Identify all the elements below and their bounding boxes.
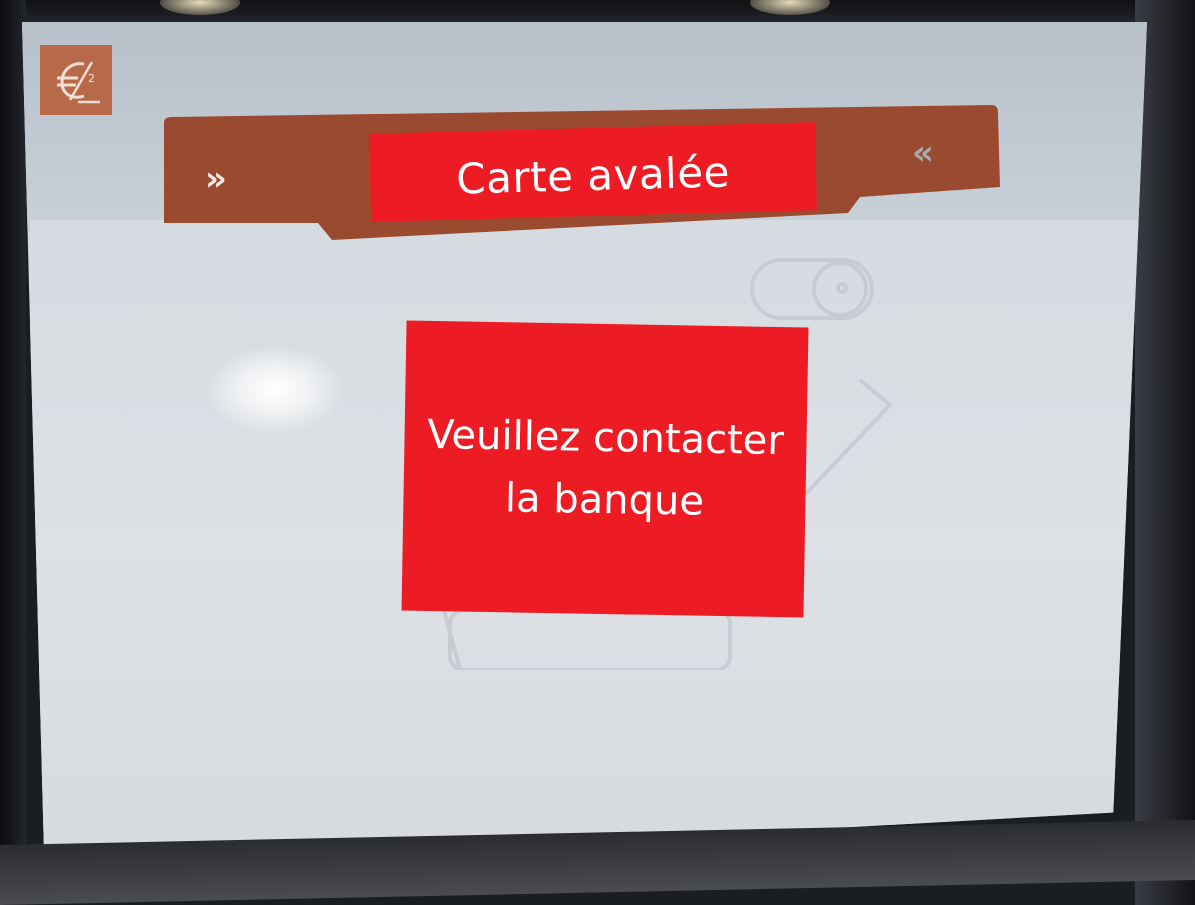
nav-chevron-right-icon: » bbox=[205, 159, 227, 199]
atm-bezel-left bbox=[0, 0, 26, 905]
error-message-box: Veuillez contacter la banque bbox=[401, 320, 809, 618]
error-message-line-2: la banque bbox=[504, 475, 705, 525]
error-message-line-1: Veuillez contacter bbox=[426, 411, 785, 465]
light-glare bbox=[205, 345, 345, 435]
bank-logo: 2 bbox=[40, 45, 112, 115]
nav-chevron-left-icon: « bbox=[912, 133, 934, 173]
page-title: Carte avalée bbox=[455, 146, 731, 204]
ceiling-light-reflection bbox=[750, 0, 830, 15]
title-banner: Carte avalée bbox=[368, 122, 818, 222]
euro-logo-icon: 2 bbox=[57, 61, 100, 104]
svg-text:2: 2 bbox=[88, 72, 95, 85]
atm-bezel-right bbox=[1135, 0, 1195, 905]
ceiling-light-reflection bbox=[160, 0, 240, 15]
